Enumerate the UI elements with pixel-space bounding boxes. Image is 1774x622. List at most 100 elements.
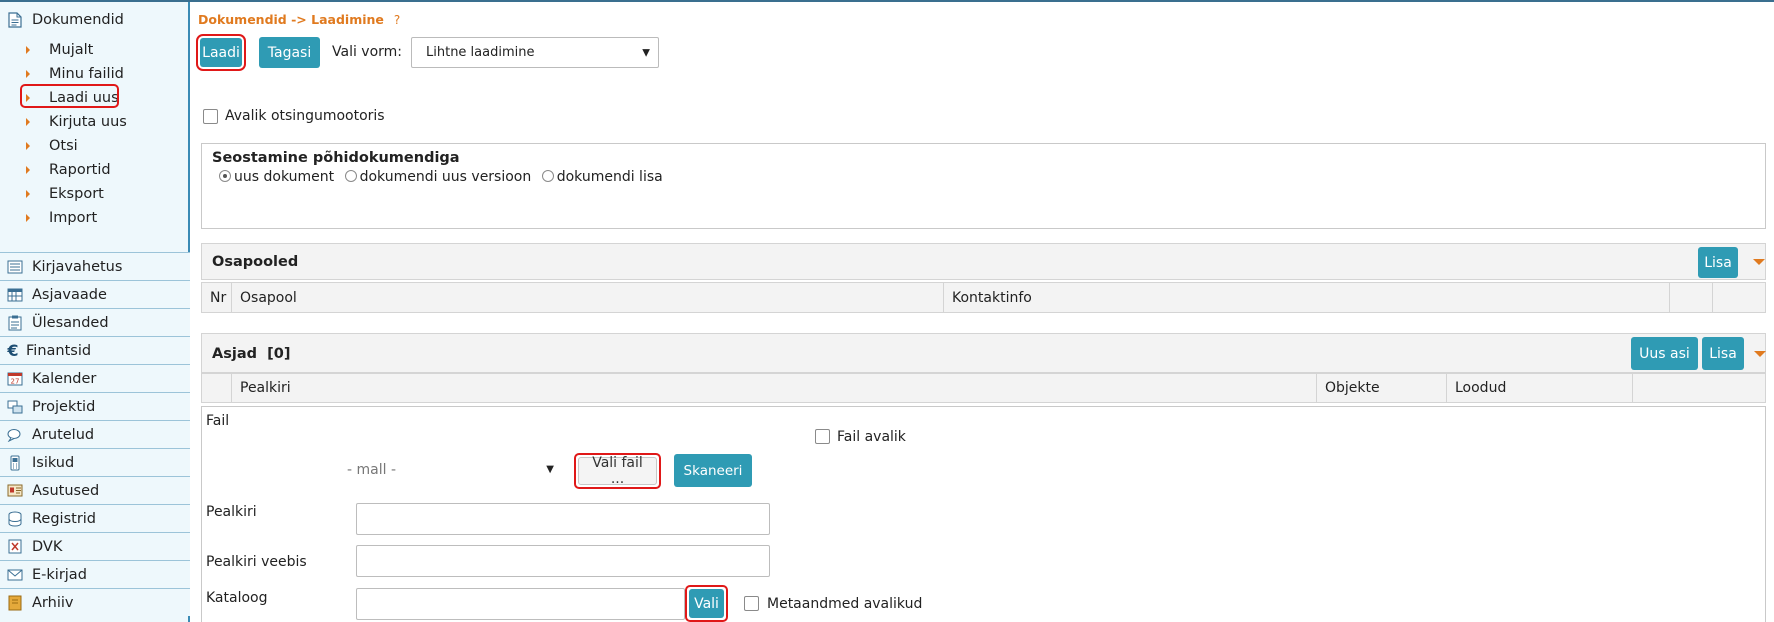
bullet-triangle-icon	[26, 118, 30, 126]
sidebar-item-asjavaade[interactable]: Asjavaade	[0, 280, 190, 308]
sidebar-item-isikud[interactable]: Isikud	[0, 448, 190, 476]
svg-text:27: 27	[11, 378, 20, 386]
sidebar-subitem-minu-failid[interactable]: Minu failid	[0, 62, 190, 86]
sidebar-item-dvk[interactable]: DVK	[0, 532, 190, 560]
radio-button[interactable]	[219, 170, 231, 182]
sidebar-item-e-kirjad[interactable]: E-kirjad	[0, 560, 190, 588]
radio-button[interactable]	[541, 170, 554, 182]
form-select[interactable]: Lihtne laadimine ▼	[411, 37, 659, 68]
sidebar-subitem-otsi[interactable]: Otsi	[0, 134, 190, 158]
help-icon[interactable]: ?	[394, 13, 400, 27]
file-public-label: Fail avalik	[837, 429, 906, 445]
dropdown-arrow-icon: ▼	[546, 464, 554, 475]
sidebar-subitem-kirjuta-uus[interactable]: Kirjuta uus	[0, 110, 190, 134]
sidebar-subitem-label: Minu failid	[49, 66, 124, 82]
catalog-input[interactable]	[356, 588, 685, 620]
column-header-empty	[202, 374, 232, 402]
breadcrumb-text[interactable]: Dokumendid -> Laadimine	[198, 12, 384, 27]
choose-file-button[interactable]: Vali fail ...	[578, 455, 657, 487]
sidebar-subitem-import[interactable]: Import	[0, 206, 190, 230]
column-header[interactable]: Pealkiri	[232, 374, 1317, 402]
sidebar-item-registrid[interactable]: Registrid	[0, 504, 190, 532]
parties-title: Osapooled	[212, 254, 299, 270]
sidebar-item-kalender[interactable]: 27 Kalender	[0, 364, 190, 392]
sidebar-item-label: Arutelud	[32, 426, 95, 443]
title-input[interactable]	[356, 503, 770, 535]
catalog-label: Kataloog	[206, 590, 268, 606]
file-public-checkbox[interactable]	[815, 429, 830, 444]
sidebar-item-label: Kirjavahetus	[32, 258, 123, 275]
public-search-label: Avalik otsingumootoris	[225, 108, 385, 124]
column-header[interactable]: Objekte	[1317, 374, 1447, 402]
public-search-checkbox[interactable]	[203, 109, 218, 124]
dvk-icon	[6, 539, 24, 555]
new-case-button[interactable]: Uus asi	[1631, 337, 1698, 370]
sidebar-item-label: Ülesanded	[32, 314, 109, 331]
link-main-document-box: Seostamine põhidokumendiga uus dokument …	[201, 143, 1766, 229]
web-title-label: Pealkiri veebis	[206, 554, 307, 570]
euro-icon: €	[7, 341, 19, 360]
bullet-triangle-icon	[26, 70, 30, 78]
link-radio-group: uus dokument dokumendi uus versioon doku…	[219, 169, 663, 185]
template-select[interactable]: - mall - ▼	[347, 459, 554, 485]
parties-table-header: Nr Osapool Kontaktinfo	[201, 282, 1766, 313]
discussion-icon	[6, 427, 24, 443]
parties-add-button[interactable]: Lisa	[1698, 247, 1738, 278]
sidebar-item-label: Projektid	[32, 398, 96, 415]
sidebar-subitem-label: Import	[49, 210, 98, 226]
back-button[interactable]: Tagasi	[259, 37, 320, 68]
radio-new-document[interactable]: uus dokument	[219, 169, 334, 185]
sidebar-subitem-label: Mujalt	[49, 42, 94, 58]
highlight-frame	[20, 84, 119, 108]
sidebar-item-finantsid[interactable]: € Finantsid	[0, 336, 190, 364]
bullet-triangle-icon	[26, 190, 30, 198]
document-icon	[6, 12, 24, 28]
main-content: Dokumendid -> Laadimine? Laadi Tagasi Va…	[192, 0, 1774, 622]
breadcrumb: Dokumendid -> Laadimine?	[198, 12, 400, 27]
sidebar-subitem-eksport[interactable]: Eksport	[0, 182, 190, 206]
title-label: Pealkiri	[206, 504, 257, 520]
sidebar-item-ulesanded[interactable]: Ülesanded	[0, 308, 190, 336]
sidebar-item-label: Asutused	[32, 482, 100, 499]
envelope-icon	[6, 567, 24, 583]
sidebar-item-arhiiv[interactable]: Arhiiv	[0, 588, 190, 616]
tasks-icon	[6, 315, 24, 331]
sidebar-item-kirjavahetus[interactable]: Kirjavahetus	[0, 252, 190, 280]
sidebar-item-label: Dokumendid	[32, 12, 124, 28]
metadata-public-checkbox[interactable]	[744, 596, 759, 611]
radio-attachment[interactable]: dokumendi lisa	[541, 169, 663, 185]
template-select-value: - mall -	[347, 462, 396, 478]
column-header[interactable]: Nr	[202, 283, 232, 312]
sidebar-item-asutused[interactable]: Asutused	[0, 476, 190, 504]
radio-button[interactable]	[344, 170, 357, 182]
load-button[interactable]: Laadi	[196, 34, 246, 71]
radio-label: dokumendi lisa	[556, 169, 663, 185]
sidebar-item-label: Asjavaade	[32, 286, 107, 303]
sidebar-subitem-label: Raportid	[49, 162, 111, 178]
sidebar-item-arutelud[interactable]: Arutelud	[0, 420, 190, 448]
cases-collapse-icon[interactable]	[1754, 351, 1766, 357]
radio-label: uus dokument	[234, 169, 335, 185]
sidebar-subitem-laadi-uus[interactable]: Laadi uus	[0, 84, 190, 110]
database-icon	[6, 511, 24, 527]
sidebar-subitem-mujalt[interactable]: Mujalt	[0, 38, 190, 62]
menu-group-documents: Dokumendid	[0, 6, 190, 34]
parties-collapse-icon[interactable]	[1753, 259, 1765, 265]
column-header[interactable]: Osapool	[232, 283, 944, 312]
scan-button[interactable]: Skaneeri	[674, 454, 752, 487]
radio-label: dokumendi uus versioon	[359, 169, 532, 185]
bullet-triangle-icon	[26, 214, 30, 222]
sidebar-item-label: Isikud	[32, 454, 75, 471]
sidebar-item-projektid[interactable]: Projektid	[0, 392, 190, 420]
sidebar-subitem-raportid[interactable]: Raportid	[0, 158, 190, 182]
metadata-public-label: Metaandmed avalikud	[767, 596, 923, 612]
column-header[interactable]: Kontaktinfo	[944, 283, 1670, 312]
bullet-triangle-icon	[26, 142, 30, 150]
sidebar-subitem-label: Otsi	[49, 138, 78, 154]
web-title-input[interactable]	[356, 545, 770, 577]
radio-new-version[interactable]: dokumendi uus versioon	[344, 169, 532, 185]
catalog-choose-button[interactable]: Vali	[689, 589, 724, 618]
column-header[interactable]: Loodud	[1447, 374, 1633, 402]
sidebar-item-documents[interactable]: Dokumendid	[0, 6, 190, 34]
cases-add-button[interactable]: Lisa	[1702, 337, 1744, 370]
